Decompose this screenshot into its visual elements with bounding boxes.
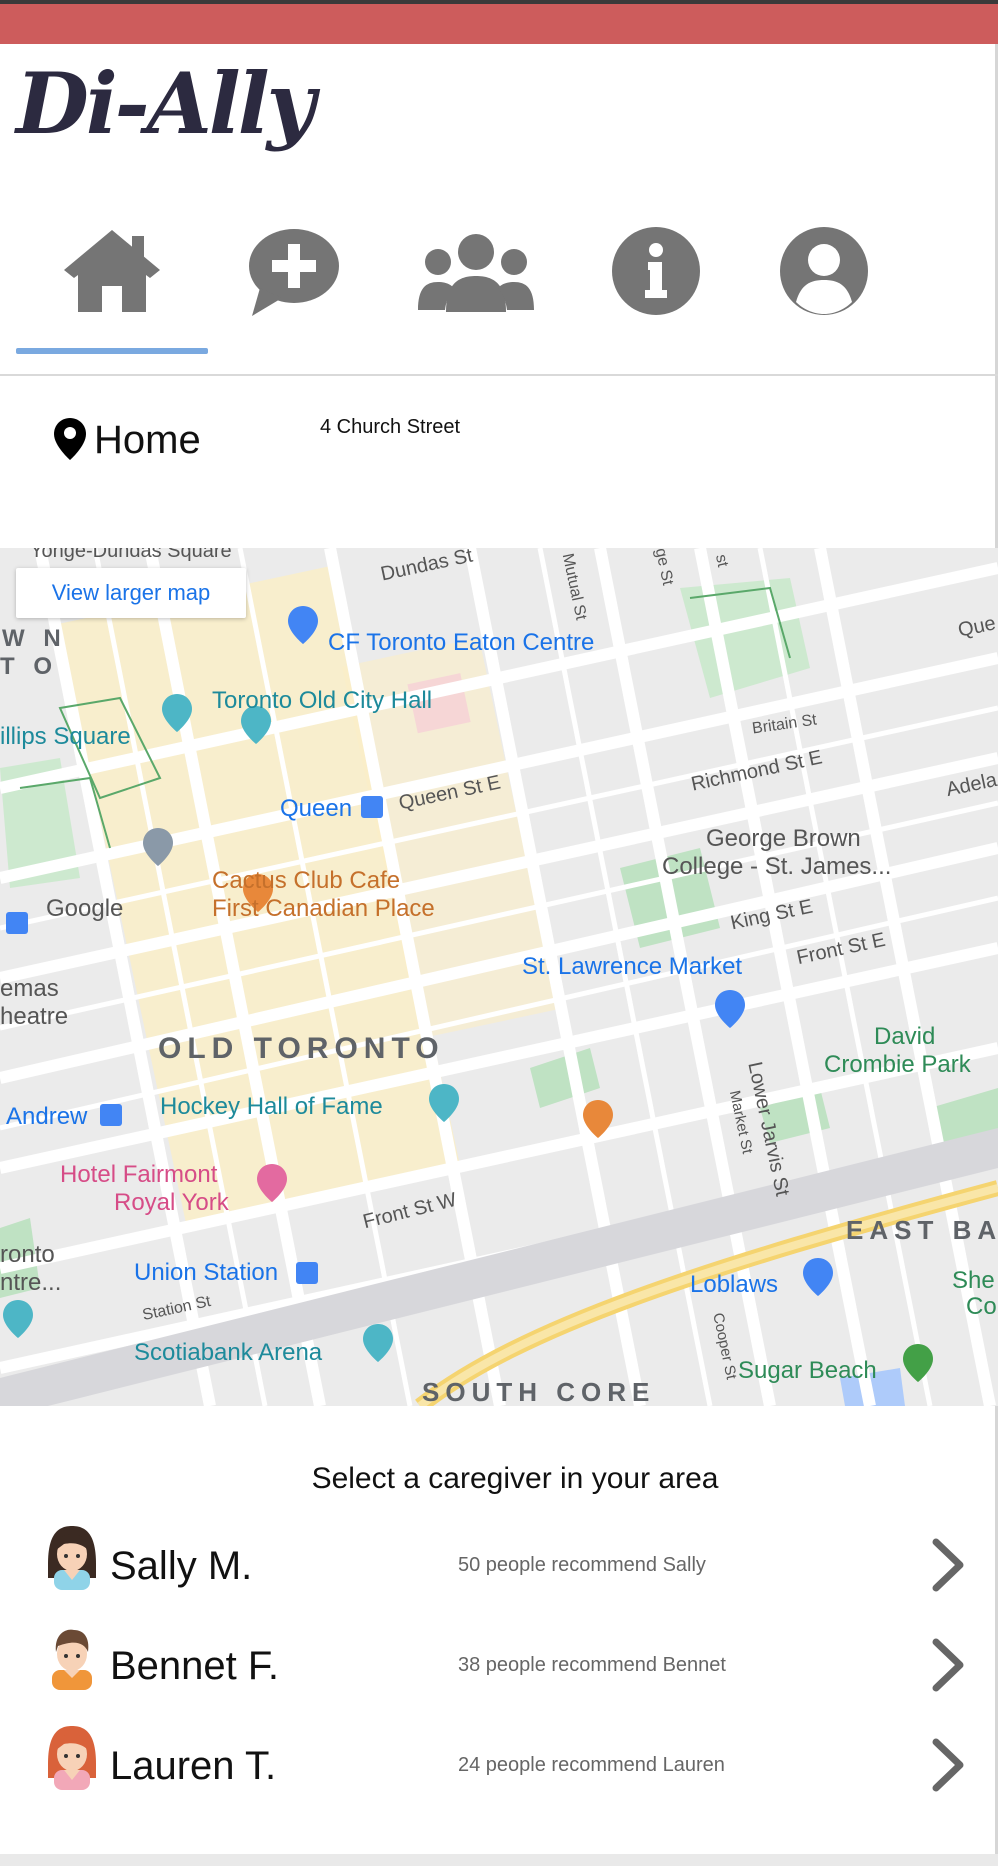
caregiver-row[interactable]: Lauren T. 24 people recommend Lauren (0, 1724, 998, 1814)
nav-divider (0, 374, 998, 376)
caregiver-name: Sally M. (110, 1544, 253, 1588)
nav-profile[interactable] (734, 220, 914, 340)
caregiver-row[interactable]: Sally M. 50 people recommend Sally (0, 1524, 998, 1614)
nav-new-chat[interactable] (204, 220, 384, 340)
woman-red-hair-avatar-icon (48, 1726, 96, 1790)
map-pin-icon (54, 418, 86, 460)
caregiver-row[interactable]: Bennet F. 38 people recommend Bennet (0, 1624, 998, 1714)
caregiver-recommendations: 24 people recommend Lauren (458, 1754, 725, 1776)
map-label: First Canadian Place (212, 895, 435, 922)
map-label: Google (46, 895, 124, 922)
map-label: Crombie Park (824, 1051, 971, 1078)
nav-info[interactable] (566, 220, 746, 340)
caregiver-recommendations: 38 people recommend Bennet (458, 1654, 726, 1676)
map-label: emas (0, 975, 59, 1002)
window-bottom-edge (0, 1854, 998, 1866)
caregiver-heading: Select a caregiver in your area (311, 1462, 719, 1495)
group-icon (418, 234, 534, 312)
location-label: Home (94, 418, 201, 462)
map-label: Co (966, 1293, 997, 1320)
main-nav (0, 220, 998, 360)
woman-avatar-icon (48, 1526, 96, 1590)
map-label: Loblaws (690, 1271, 779, 1298)
map-label: Yonge-Dundas Square (30, 548, 232, 562)
nav-home[interactable] (22, 220, 202, 340)
map-label: OLD TORONTO (158, 1032, 445, 1065)
map-label: Queen (280, 795, 353, 822)
app-header-bar (0, 4, 998, 44)
view-larger-map-link[interactable]: View larger map (16, 568, 246, 618)
caregiver-recommendations: 50 people recommend Sally (458, 1554, 706, 1576)
map-label: David (874, 1023, 936, 1050)
chat-add-icon (249, 229, 339, 316)
map-label: Union Station (134, 1259, 279, 1286)
account-icon (780, 227, 868, 315)
location-row: Home 4 Church Street (0, 400, 998, 480)
info-icon (612, 227, 700, 315)
nav-active-indicator (16, 348, 208, 354)
location-address: 4 Church Street (320, 416, 461, 438)
caregiver-name: Lauren T. (110, 1744, 277, 1788)
home-icon (64, 230, 160, 312)
chevron-right-icon[interactable] (930, 1738, 964, 1792)
chevron-right-icon[interactable] (930, 1638, 964, 1692)
chevron-right-icon[interactable] (930, 1538, 964, 1592)
app-logo: Di-Ally (16, 54, 315, 153)
map-label: Royal York (114, 1189, 229, 1216)
map-label: T O (0, 653, 58, 680)
map-label: Scotiabank Arena (134, 1339, 323, 1366)
map-embed[interactable]: View larger map Yonge-Dundas Square Dund… (0, 548, 998, 1406)
map-label: SOUTH CORE (422, 1377, 656, 1406)
map-label: Andrew (6, 1103, 88, 1130)
map-label: Sugar Beach (738, 1357, 877, 1384)
map-label: Cactus Club Cafe (212, 867, 401, 894)
map-label: ronto (0, 1241, 55, 1268)
map-label: EAST BA (846, 1215, 998, 1245)
map-label: College - St. James... (662, 853, 892, 880)
map-label: Hotel Fairmont (60, 1161, 218, 1188)
man-avatar-icon (52, 1629, 92, 1690)
map-label: Toronto Old City Hall (212, 687, 433, 714)
map-label: CF Toronto Eaton Centre (328, 629, 595, 656)
caregiver-name: Bennet F. (110, 1644, 280, 1688)
map-label: illips Square (0, 723, 131, 750)
map-label: George Brown (706, 825, 861, 852)
map-label: W N (2, 625, 67, 652)
map-label: heatre (0, 1003, 69, 1030)
map-label: She (952, 1267, 995, 1294)
nav-community[interactable] (386, 220, 566, 340)
map-label: Hockey Hall of Fame (160, 1093, 383, 1120)
map-label: St. Lawrence Market (522, 953, 743, 980)
map-label: ntre... (0, 1269, 62, 1296)
